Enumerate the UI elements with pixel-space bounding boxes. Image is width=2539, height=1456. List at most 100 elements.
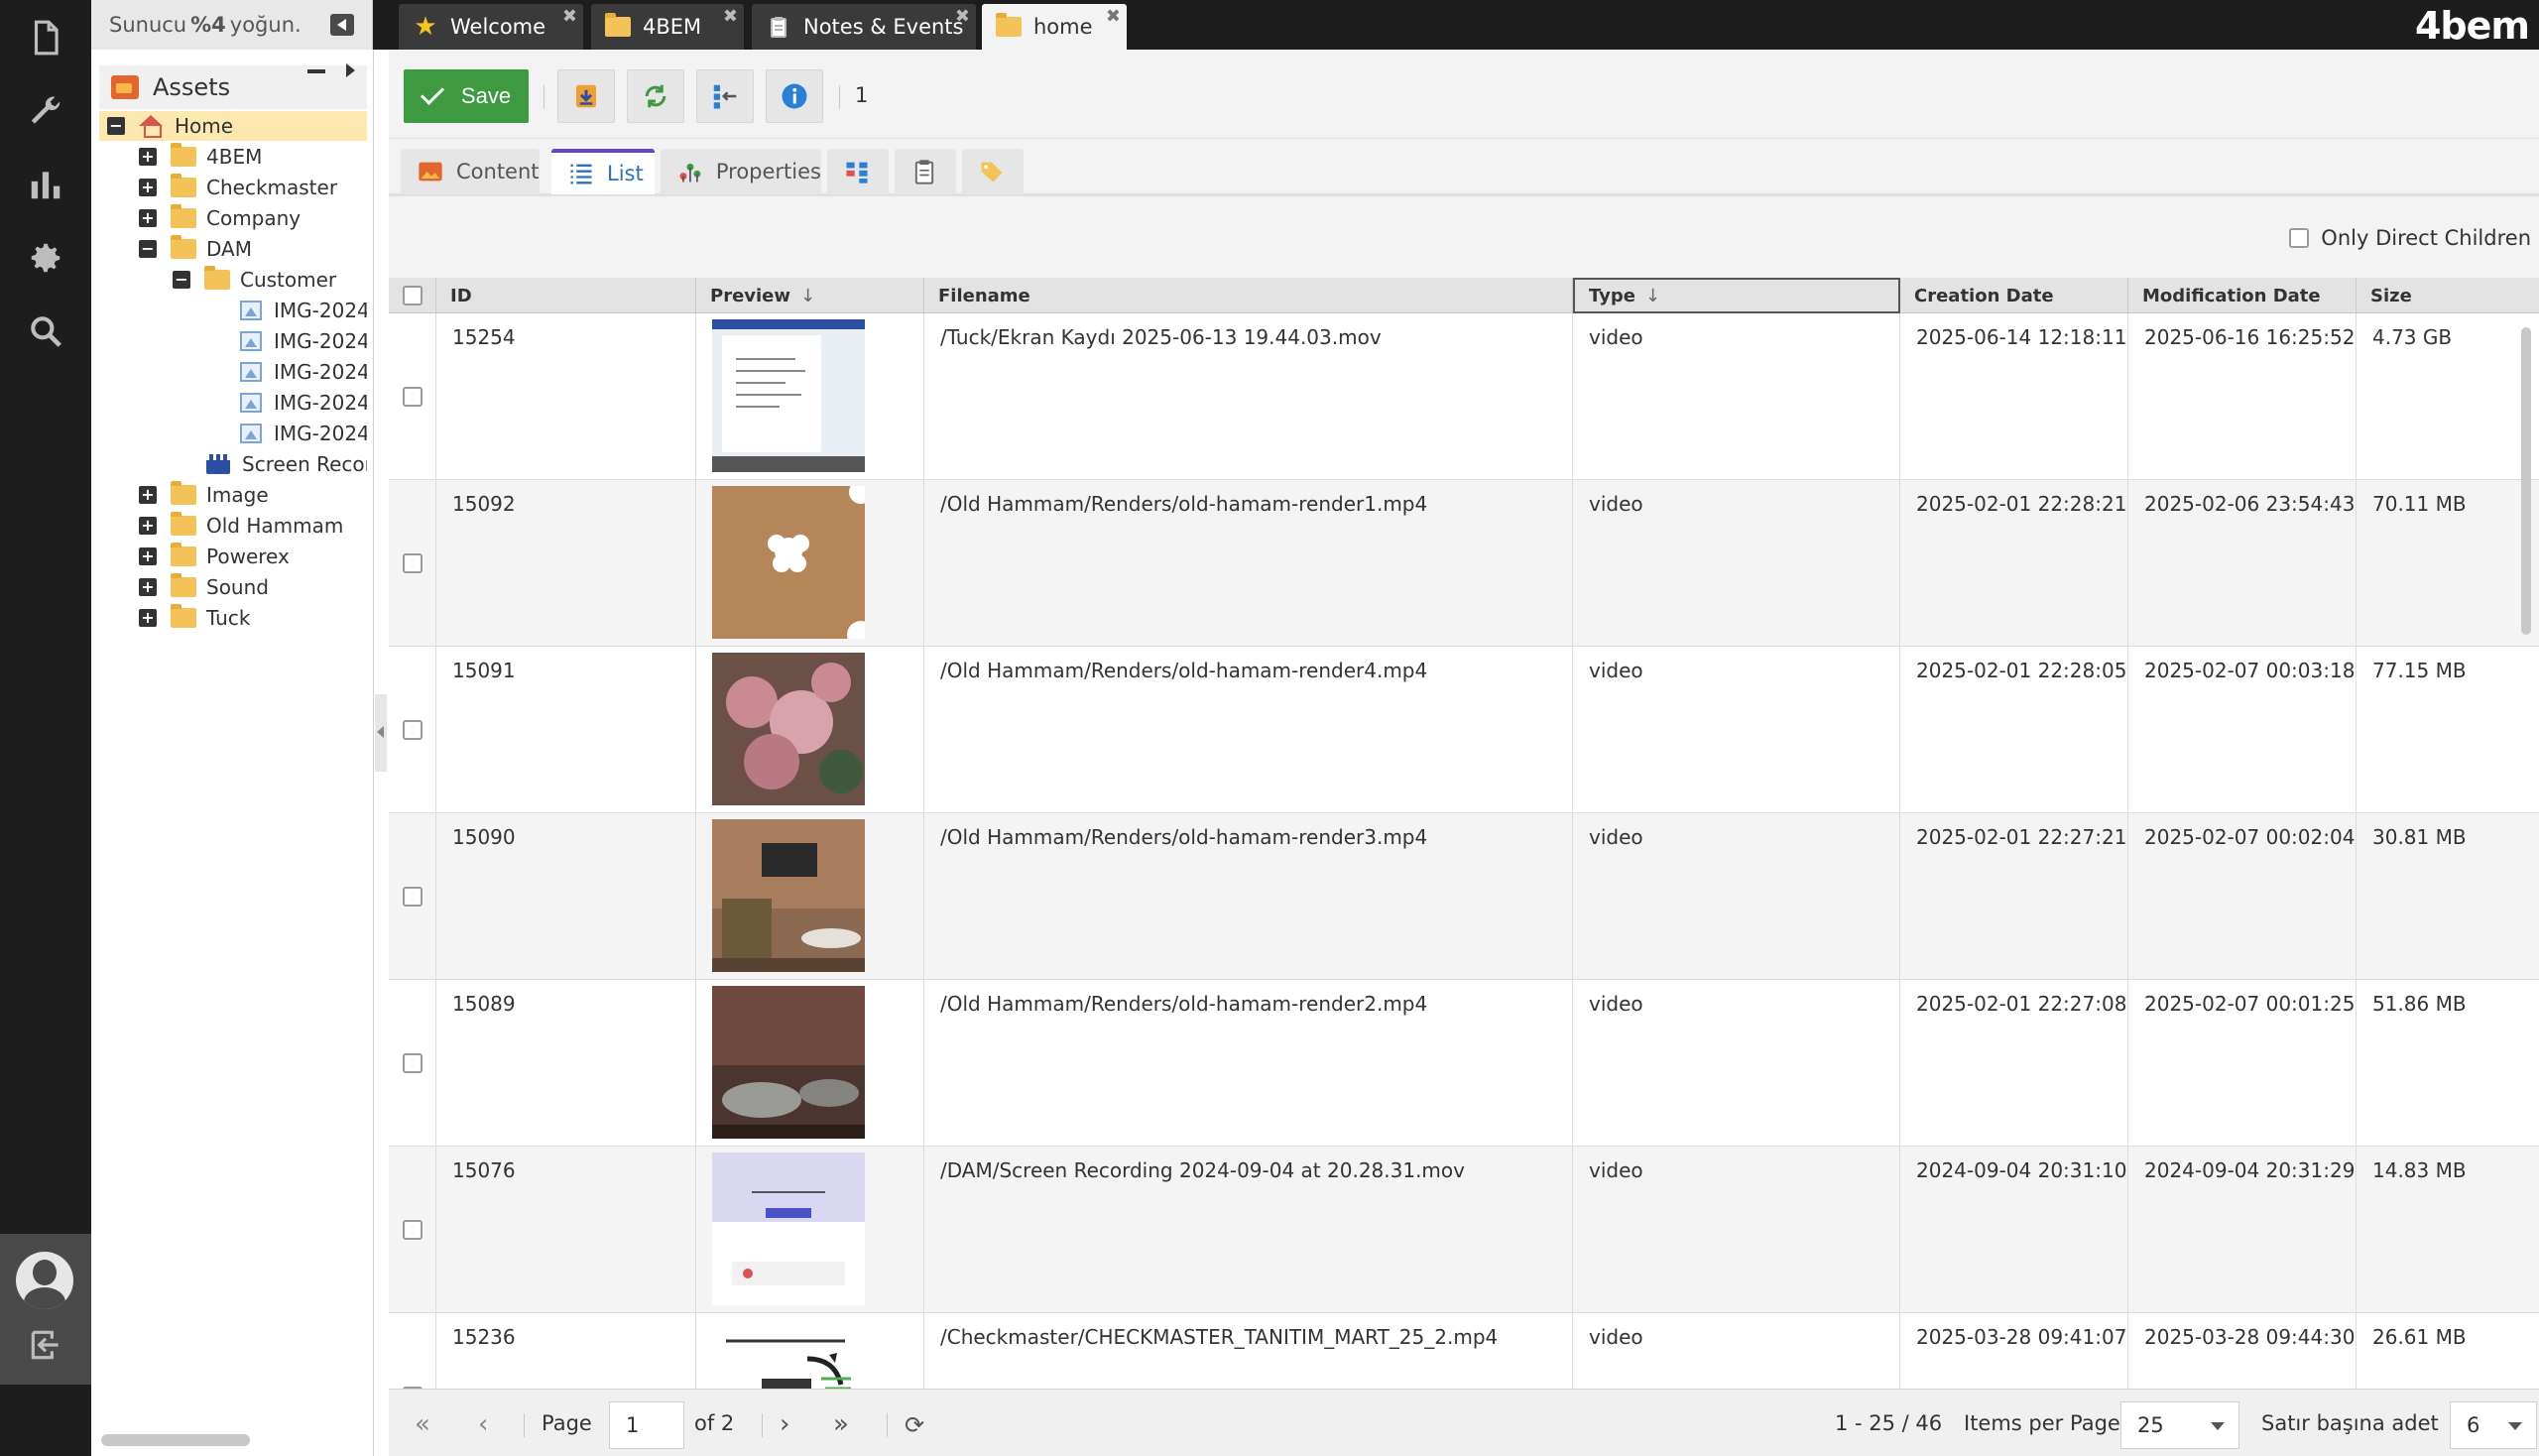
- tree-item-image-file[interactable]: IMG-2024C: [99, 419, 367, 448]
- tab-welcome[interactable]: ★ Welcome ✖: [399, 4, 583, 50]
- tree-item-video-file[interactable]: Screen Record: [99, 449, 367, 479]
- column-header-id[interactable]: ID: [436, 278, 696, 313]
- subtab-tags[interactable]: [962, 149, 1024, 194]
- row-checkbox[interactable]: [402, 887, 423, 907]
- tree-item-image-file[interactable]: IMG-2024C: [99, 326, 367, 356]
- expand-toggle-icon[interactable]: +: [139, 547, 157, 565]
- wrench-icon[interactable]: [26, 91, 65, 131]
- upload-button[interactable]: [557, 69, 615, 123]
- panel-splitter[interactable]: [375, 694, 387, 772]
- tree-item-sound[interactable]: + Sound: [99, 572, 367, 602]
- cell-preview[interactable]: [696, 813, 924, 980]
- subtab-properties[interactable]: Properties: [661, 149, 821, 194]
- table-row[interactable]: 15236/Checkmaster/CHECKMASTER_TANITIM_MA…: [389, 1313, 2539, 1389]
- show-in-tree-button[interactable]: [696, 69, 754, 123]
- table-row[interactable]: 15091/Old Hammam/Renders/old-hamam-rende…: [389, 647, 2539, 813]
- items-per-page-select[interactable]: 25: [2120, 1401, 2239, 1449]
- search-icon[interactable]: [26, 311, 65, 351]
- save-button[interactable]: Save: [404, 69, 529, 123]
- row-select-cell[interactable]: [389, 1313, 436, 1389]
- cell-preview[interactable]: [696, 1147, 924, 1313]
- tree-item-image[interactable]: + Image: [99, 480, 367, 510]
- preview-thumbnail[interactable]: [712, 653, 865, 805]
- tree-item-image-file[interactable]: IMG-2024C: [99, 296, 367, 325]
- collapse-panel-button[interactable]: [330, 14, 354, 36]
- select-all-checkbox[interactable]: [402, 286, 423, 305]
- row-checkbox[interactable]: [402, 1053, 423, 1073]
- tree-item-image-file[interactable]: IMG-2024C: [99, 388, 367, 418]
- table-row[interactable]: 15092/Old Hammam/Renders/old-hamam-rende…: [389, 480, 2539, 647]
- column-header-size[interactable]: Size: [2357, 278, 2539, 313]
- tree-item-image-file[interactable]: IMG-2024C: [99, 357, 367, 387]
- tab-notes-events[interactable]: Notes & Events ✖: [752, 4, 976, 50]
- expand-panel-button[interactable]: [346, 63, 355, 77]
- collapse-all-button[interactable]: [307, 69, 325, 73]
- table-row[interactable]: 15076/DAM/Screen Recording 2024-09-04 at…: [389, 1147, 2539, 1313]
- preview-thumbnail[interactable]: [712, 819, 865, 972]
- cell-preview[interactable]: [696, 480, 924, 647]
- tree-horizontal-scrollbar[interactable]: [101, 1434, 250, 1446]
- avatar[interactable]: [16, 1252, 73, 1309]
- tree-item-home[interactable]: − Home: [99, 111, 367, 141]
- expand-toggle-icon[interactable]: +: [139, 148, 157, 166]
- file-icon[interactable]: [26, 18, 65, 58]
- column-header-preview[interactable]: Preview ↓: [696, 278, 924, 313]
- row-checkbox[interactable]: [402, 387, 423, 407]
- row-select-cell[interactable]: [389, 813, 436, 980]
- cell-preview[interactable]: [696, 1313, 924, 1389]
- table-row[interactable]: 15090/Old Hammam/Renders/old-hamam-rende…: [389, 813, 2539, 980]
- tree-item-powerex[interactable]: + Powerex: [99, 542, 367, 571]
- close-icon[interactable]: ✖: [1106, 6, 1121, 27]
- tree-item-tuck[interactable]: + Tuck: [99, 603, 367, 633]
- row-checkbox[interactable]: [402, 1220, 423, 1240]
- tree-item-company[interactable]: + Company: [99, 203, 367, 233]
- row-select-cell[interactable]: [389, 1147, 436, 1313]
- subtab-content[interactable]: Content: [401, 149, 540, 194]
- collapse-toggle-icon[interactable]: −: [173, 271, 190, 289]
- column-header-type[interactable]: Type ↓: [1573, 278, 1900, 313]
- next-page-icon[interactable]: ›: [780, 1409, 789, 1439]
- tree-item-checkmaster[interactable]: + Checkmaster: [99, 173, 367, 202]
- refresh-icon[interactable]: ⟳: [905, 1411, 924, 1439]
- preview-thumbnail[interactable]: [712, 319, 865, 472]
- preview-thumbnail[interactable]: [712, 486, 865, 639]
- tree-item-old-hammam[interactable]: + Old Hammam: [99, 511, 367, 541]
- gear-icon[interactable]: [26, 238, 65, 278]
- tab-4bem[interactable]: 4BEM ✖: [591, 4, 744, 50]
- row-checkbox[interactable]: [402, 553, 423, 573]
- row-select-cell[interactable]: [389, 647, 436, 813]
- subtab-dependencies[interactable]: [827, 149, 889, 194]
- expand-toggle-icon[interactable]: +: [139, 517, 157, 535]
- row-select-cell[interactable]: [389, 480, 436, 647]
- row-checkbox[interactable]: [402, 720, 423, 740]
- previous-page-icon[interactable]: ‹: [478, 1409, 488, 1439]
- collapse-toggle-icon[interactable]: −: [139, 240, 157, 258]
- table-row[interactable]: 15089/Old Hammam/Renders/old-hamam-rende…: [389, 980, 2539, 1147]
- first-page-icon[interactable]: «: [415, 1409, 430, 1439]
- column-header-creation-date[interactable]: Creation Date: [1900, 278, 2128, 313]
- info-button[interactable]: [766, 69, 823, 123]
- bar-chart-icon[interactable]: [26, 165, 65, 204]
- column-header-filename[interactable]: Filename: [924, 278, 1573, 313]
- collapse-toggle-icon[interactable]: −: [107, 117, 125, 135]
- preview-thumbnail[interactable]: [712, 986, 865, 1139]
- tree-item-4bem[interactable]: + 4BEM: [99, 142, 367, 172]
- logout-icon[interactable]: [26, 1325, 65, 1365]
- expand-toggle-icon[interactable]: +: [139, 179, 157, 196]
- close-icon[interactable]: ✖: [562, 6, 577, 27]
- tab-home[interactable]: home ✖: [982, 4, 1127, 50]
- only-direct-children-toggle[interactable]: Only Direct Children: [2289, 226, 2531, 250]
- preview-thumbnail[interactable]: [712, 1153, 865, 1305]
- close-icon[interactable]: ✖: [723, 6, 738, 27]
- expand-toggle-icon[interactable]: +: [139, 578, 157, 596]
- table-row[interactable]: 15254/Tuck/Ekran Kaydı 2025-06-13 19.44.…: [389, 313, 2539, 480]
- expand-toggle-icon[interactable]: +: [139, 209, 157, 227]
- cell-preview[interactable]: [696, 313, 924, 480]
- last-page-icon[interactable]: »: [833, 1409, 849, 1439]
- grid-vertical-scrollbar[interactable]: [2521, 327, 2531, 635]
- expand-toggle-icon[interactable]: +: [139, 486, 157, 504]
- subtab-notes[interactable]: [895, 149, 956, 194]
- cell-preview[interactable]: [696, 647, 924, 813]
- reload-button[interactable]: [627, 69, 684, 123]
- row-select-cell[interactable]: [389, 980, 436, 1147]
